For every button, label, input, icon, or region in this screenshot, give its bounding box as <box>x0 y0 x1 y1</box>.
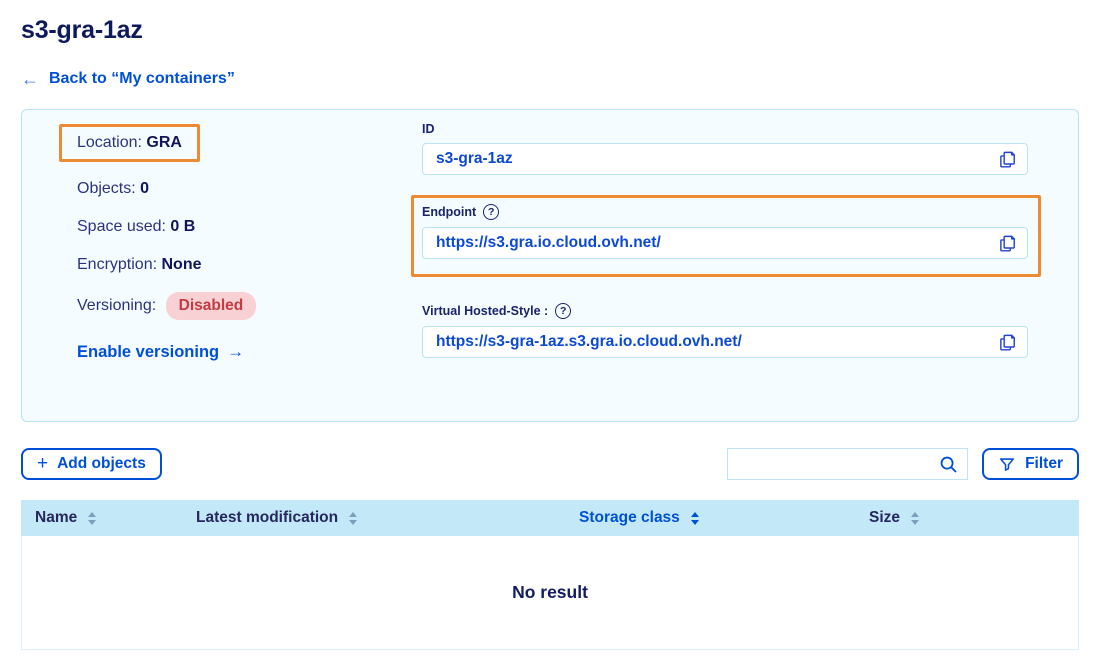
search-input[interactable] <box>730 449 938 479</box>
objects-table-header: Name Latest modification Storage class S… <box>21 500 1079 536</box>
id-field[interactable]: s3-gra-1az <box>422 143 1028 175</box>
virtual-hosted-style-label: Virtual Hosted-Style : <box>422 304 548 318</box>
endpoint-field-label-row: Endpoint ? <box>422 204 1028 220</box>
endpoint-field-value: https://s3.gra.io.cloud.ovh.net/ <box>436 234 661 252</box>
column-header-latest-modification[interactable]: Latest modification <box>196 509 579 527</box>
copy-id-button[interactable] <box>998 150 1017 169</box>
search-icon[interactable] <box>938 454 959 475</box>
back-arrow-icon: ← <box>21 70 39 88</box>
plus-icon: + <box>37 454 48 473</box>
location-label: Location: <box>77 134 142 151</box>
annotation-box-location: Location: GRA <box>59 124 200 162</box>
filter-button-label: Filter <box>1025 455 1063 473</box>
add-objects-label: Add objects <box>57 455 146 473</box>
space-used-stat: Space used: 0 B <box>77 216 382 238</box>
objects-table: Name Latest modification Storage class S… <box>21 500 1079 650</box>
objects-stat: Objects: 0 <box>77 178 382 200</box>
copy-virtual-hosted-style-button[interactable] <box>998 333 1017 352</box>
copy-icon <box>998 234 1017 253</box>
encryption-label: Encryption: <box>77 256 157 273</box>
copy-icon <box>998 333 1017 352</box>
virtual-hosted-style-field-group: Virtual Hosted-Style : ? https://s3-gra-… <box>422 303 1028 358</box>
enable-versioning-label: Enable versioning <box>77 343 219 362</box>
search-box <box>727 448 968 480</box>
objects-toolbar: + Add objects Filter <box>21 448 1079 480</box>
space-used-value: 0 B <box>170 218 195 235</box>
empty-result-message: No result <box>512 582 588 603</box>
endpoint-field-label: Endpoint <box>422 205 476 219</box>
space-used-label: Space used: <box>77 218 166 235</box>
sort-arrows-icon <box>691 512 699 525</box>
location-value: GRA <box>146 134 182 151</box>
versioning-stat: Versioning: Disabled <box>77 292 382 320</box>
column-label: Storage class <box>579 509 680 527</box>
sort-arrows-icon <box>911 512 919 525</box>
virtual-hosted-style-field[interactable]: https://s3-gra-1az.s3.gra.io.cloud.ovh.n… <box>422 326 1028 358</box>
objects-table-body: No result <box>21 536 1079 650</box>
container-info-panel: Location: GRA Objects: 0 Space used: 0 B… <box>21 109 1079 422</box>
column-label: Latest modification <box>196 509 338 527</box>
arrow-right-icon: → <box>227 342 244 362</box>
encryption-value: None <box>162 256 202 273</box>
page-title: s3-gra-1az <box>21 16 1079 45</box>
versioning-label: Versioning: <box>77 297 156 314</box>
column-label: Name <box>35 509 77 527</box>
encryption-stat: Encryption: None <box>77 254 382 276</box>
objects-value: 0 <box>140 180 149 197</box>
help-icon[interactable]: ? <box>483 204 499 220</box>
objects-label: Objects: <box>77 180 136 197</box>
back-link[interactable]: ← Back to “My containers” <box>21 70 235 88</box>
versioning-status-badge: Disabled <box>166 292 257 320</box>
id-field-label: ID <box>422 122 1028 136</box>
sort-arrows-icon <box>349 512 357 525</box>
sort-arrows-icon <box>88 512 96 525</box>
column-label: Size <box>869 509 900 527</box>
add-objects-button[interactable]: + Add objects <box>21 448 162 480</box>
help-icon[interactable]: ? <box>555 303 571 319</box>
column-header-size[interactable]: Size <box>869 509 1079 527</box>
enable-versioning-link[interactable]: Enable versioning → <box>77 342 244 362</box>
endpoint-field-group: Endpoint ? https://s3.gra.io.cloud.ovh.n… <box>422 204 1028 259</box>
id-field-value: s3-gra-1az <box>436 150 513 168</box>
back-link-label: Back to “My containers” <box>49 70 235 88</box>
copy-icon <box>998 150 1017 169</box>
virtual-hosted-style-value: https://s3-gra-1az.s3.gra.io.cloud.ovh.n… <box>436 333 742 351</box>
container-endpoints: ID s3-gra-1az <box>382 110 1078 421</box>
column-header-name[interactable]: Name <box>21 509 196 527</box>
endpoint-field[interactable]: https://s3.gra.io.cloud.ovh.net/ <box>422 227 1028 259</box>
copy-endpoint-button[interactable] <box>998 234 1017 253</box>
id-field-group: ID s3-gra-1az <box>422 122 1028 175</box>
container-detail-page: s3-gra-1az ← Back to “My containers” Loc… <box>0 0 1100 650</box>
filter-button[interactable]: Filter <box>982 448 1079 480</box>
filter-funnel-icon <box>998 455 1016 473</box>
column-header-storage-class[interactable]: Storage class <box>579 509 869 527</box>
annotation-box-endpoint: Endpoint ? https://s3.gra.io.cloud.ovh.n… <box>411 195 1041 277</box>
container-stats: Location: GRA Objects: 0 Space used: 0 B… <box>22 110 382 421</box>
virtual-hosted-style-label-row: Virtual Hosted-Style : ? <box>422 303 1028 319</box>
